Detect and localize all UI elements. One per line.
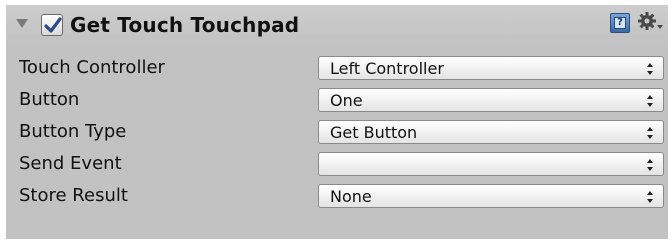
button-type-dropdown[interactable]: Get Button [318, 120, 664, 144]
dropdown-arrows-icon [647, 95, 653, 107]
component-header[interactable]: Get Touch Touchpad ? [6, 5, 668, 45]
store-result-dropdown[interactable]: None [318, 184, 664, 208]
field-row-touch-controller: Touch Controller Left Controller [6, 55, 668, 81]
help-book-inner: ? [614, 17, 626, 29]
dropdown-value: Left Controller [330, 59, 444, 78]
field-label: Store Result [19, 185, 128, 206]
enabled-checkbox[interactable] [41, 14, 63, 36]
help-book-icon[interactable]: ? [610, 13, 630, 33]
field-row-send-event: Send Event [6, 151, 668, 177]
button-dropdown[interactable]: One [318, 88, 664, 112]
dropdown-value: Get Button [330, 123, 418, 142]
dropdown-arrows-icon [647, 127, 653, 139]
field-label: Button [19, 89, 80, 110]
field-row-store-result: Store Result None [6, 183, 668, 209]
gear-icon[interactable] [636, 10, 664, 34]
foldout-expanded-icon[interactable] [16, 19, 28, 28]
send-event-dropdown[interactable] [318, 152, 664, 176]
touch-controller-dropdown[interactable]: Left Controller [318, 56, 664, 80]
dropdown-arrows-icon [647, 159, 653, 171]
checkmark-icon [44, 17, 62, 33]
field-label: Button Type [19, 121, 127, 142]
field-row-button-type: Button Type Get Button [6, 119, 668, 145]
component-title: Get Touch Touchpad [70, 13, 300, 37]
field-label: Send Event [19, 153, 122, 174]
dropdown-value: None [330, 187, 372, 206]
dropdown-value: One [330, 91, 363, 110]
field-row-button: Button One [6, 87, 668, 113]
inspector-component-panel: Get Touch Touchpad ? Touch Controller Le… [6, 5, 668, 239]
dropdown-arrows-icon [647, 63, 653, 75]
field-label: Touch Controller [19, 57, 165, 78]
dropdown-arrows-icon [647, 191, 653, 203]
